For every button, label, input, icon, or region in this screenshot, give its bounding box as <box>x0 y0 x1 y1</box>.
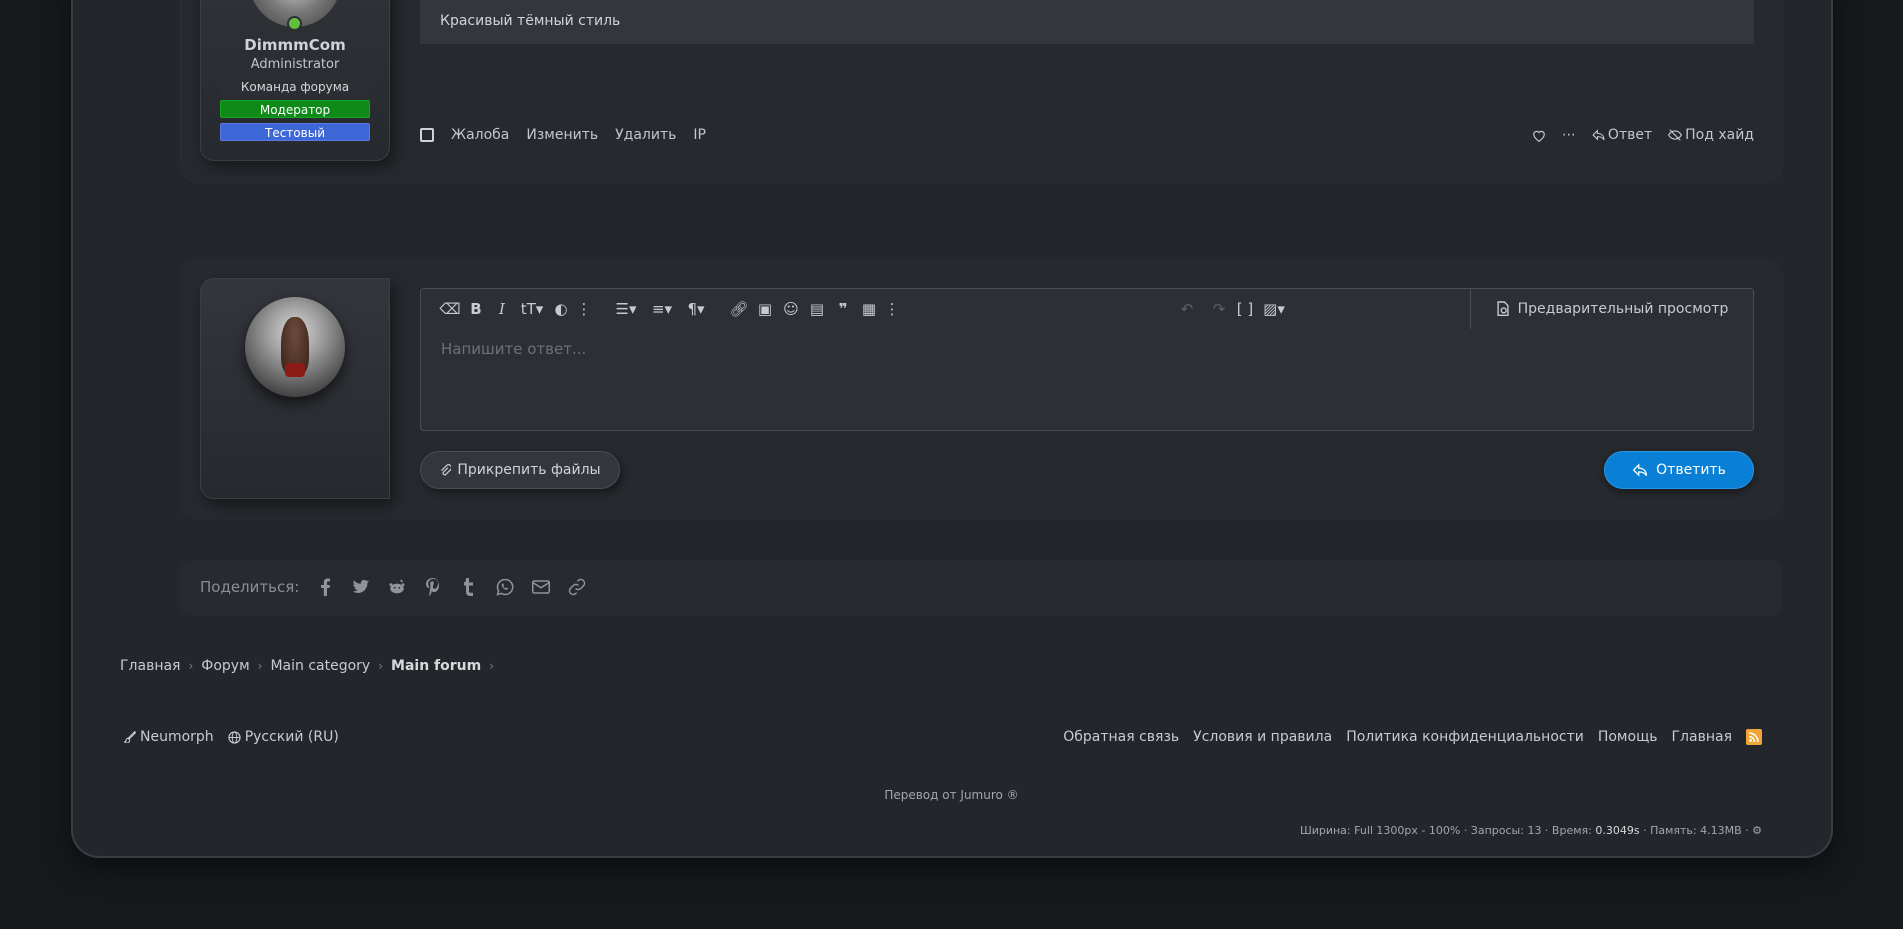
preview-label: Предварительный просмотр <box>1517 301 1729 317</box>
tumblr-icon[interactable] <box>459 577 479 597</box>
clear-format-icon[interactable]: ⌫ <box>439 299 461 319</box>
redo-icon[interactable]: ↷ <box>1208 299 1230 319</box>
user-title: Administrator <box>250 57 340 72</box>
rss-icon[interactable] <box>1746 729 1762 745</box>
style-label: Neumorph <box>140 729 214 745</box>
debug-output: Ширина: Full 1300px - 100% · Запросы: 13… <box>1300 824 1762 837</box>
brush-icon <box>124 731 136 743</box>
footer-link-home[interactable]: Главная <box>1672 729 1732 745</box>
heart-icon <box>1533 130 1545 142</box>
facebook-icon[interactable] <box>315 577 335 597</box>
preview-button[interactable]: Предварительный просмотр <box>1470 289 1753 329</box>
reply-icon <box>1632 463 1648 477</box>
bold-icon[interactable]: B <box>465 299 487 319</box>
report-link[interactable]: Жалоба <box>451 127 509 143</box>
link-icon[interactable] <box>567 577 587 597</box>
username[interactable]: DimmmCom <box>200 36 390 54</box>
whatsapp-icon[interactable] <box>495 577 515 597</box>
badge-test: Тестовый <box>220 123 370 141</box>
more-text-icon[interactable]: ⋮ <box>573 299 595 319</box>
translation-credit: Перевод от Jumuro ® <box>884 788 1019 802</box>
badge-team: Команда форума <box>220 78 370 96</box>
submit-reply-label: Ответить <box>1656 462 1726 478</box>
reddit-icon[interactable] <box>387 577 407 597</box>
hide-link[interactable]: Под хайд <box>1668 127 1754 143</box>
signature-text: Красивый тёмный стиль <box>440 13 621 29</box>
settings-icon[interactable]: ⚙ <box>1752 824 1762 837</box>
italic-icon[interactable]: I <box>491 299 513 319</box>
breadcrumb-category[interactable]: Main category <box>270 658 370 674</box>
paragraph-icon[interactable]: ¶▾ <box>681 299 711 319</box>
font-size-icon[interactable]: tT▾ <box>517 299 547 319</box>
media-icon[interactable]: ▤ <box>806 299 828 319</box>
like-button[interactable] <box>1532 129 1546 142</box>
footer-link-privacy[interactable]: Политика конфиденциальности <box>1346 729 1584 745</box>
list-icon[interactable]: ☰▾ <box>611 299 641 319</box>
debug-prefix: Ширина: Full 1300px - 100% · Запросы: 13… <box>1299 824 1596 837</box>
post-actions-left: Жалоба Изменить Удалить IP <box>420 125 706 145</box>
ip-link[interactable]: IP <box>693 127 706 143</box>
delete-link[interactable]: Удалить <box>615 127 676 143</box>
chevron-right-icon: › <box>489 659 495 673</box>
eye-slash-icon <box>1668 129 1683 141</box>
pinterest-icon[interactable] <box>423 577 443 597</box>
editor-placeholder: Напишите ответ... <box>441 340 587 358</box>
attach-files-button[interactable]: Прикрепить файлы <box>420 451 620 489</box>
undo-icon[interactable]: ↶ <box>1176 299 1198 319</box>
link-icon[interactable]: 🔗︎ <box>728 299 750 319</box>
editor-toolbar: ⌫ B I tT▾ ◐ ⋮ ☰▾ ≡▾ ¶▾ 🔗︎ ▣ ☺ ▤ ❞ ▦ ⋮ ↶ … <box>421 289 1753 329</box>
footer-left: Neumorph Русский (RU) <box>124 729 339 745</box>
attach-files-label: Прикрепить файлы <box>457 462 601 478</box>
more-insert-icon[interactable]: ⋮ <box>881 299 903 319</box>
hide-link-label: Под хайд <box>1685 127 1754 143</box>
share-label: Поделиться: <box>200 578 300 596</box>
badge-moderator: Модератор <box>220 100 370 118</box>
post-actions-right: ⋯ Ответ Под хайд <box>1532 125 1754 145</box>
quote-icon[interactable]: ❞ <box>832 299 854 319</box>
breadcrumb-current[interactable]: Main forum <box>391 658 481 674</box>
select-checkbox[interactable] <box>420 128 434 142</box>
edit-link[interactable]: Изменить <box>526 127 598 143</box>
chevron-right-icon: › <box>378 659 384 673</box>
globe-icon <box>228 730 241 744</box>
twitter-icon[interactable] <box>351 577 371 597</box>
reply-link[interactable]: Ответ <box>1592 127 1652 143</box>
smilie-icon[interactable]: ☺ <box>780 299 802 319</box>
footer-link-help[interactable]: Помощь <box>1598 729 1658 745</box>
preview-icon <box>1497 301 1509 316</box>
reply-link-label: Ответ <box>1607 127 1653 143</box>
style-chooser[interactable]: Neumorph <box>124 729 214 745</box>
footer-links: Обратная связь Условия и правила Политик… <box>1063 729 1762 745</box>
avatar[interactable] <box>245 297 345 397</box>
language-chooser[interactable]: Русский (RU) <box>228 729 339 745</box>
share-row: Поделиться: <box>200 577 587 597</box>
chevron-right-icon: › <box>257 659 263 673</box>
footer-link-contact[interactable]: Обратная связь <box>1063 729 1179 745</box>
align-icon[interactable]: ≡▾ <box>647 299 677 319</box>
breadcrumb-home[interactable]: Главная <box>120 658 180 674</box>
drafts-icon[interactable]: ▨▾ <box>1259 299 1289 319</box>
debug-time: 0.3049s <box>1595 824 1640 837</box>
reply-icon <box>1592 129 1605 141</box>
palette-icon[interactable]: ◐ <box>550 299 572 319</box>
ellipsis-icon: ⋯ <box>1561 127 1576 143</box>
paperclip-icon <box>441 464 452 476</box>
breadcrumb: Главная › Форум › Main category › Main f… <box>120 658 494 674</box>
more-options-button[interactable]: ⋯ <box>1562 127 1576 143</box>
language-label: Русский (RU) <box>244 729 339 745</box>
table-icon[interactable]: ▦ <box>858 299 880 319</box>
bbcode-toggle-icon[interactable]: [ ] <box>1234 299 1256 319</box>
image-icon[interactable]: ▣ <box>754 299 776 319</box>
online-indicator-icon <box>287 16 302 31</box>
breadcrumb-forum[interactable]: Форум <box>201 658 249 674</box>
footer-link-terms[interactable]: Условия и правила <box>1193 729 1332 745</box>
debug-suffix: · Память: 4.13MB · <box>1639 824 1749 837</box>
chevron-right-icon: › <box>188 659 194 673</box>
submit-reply-button[interactable]: Ответить <box>1604 451 1754 489</box>
email-icon[interactable] <box>531 577 551 597</box>
